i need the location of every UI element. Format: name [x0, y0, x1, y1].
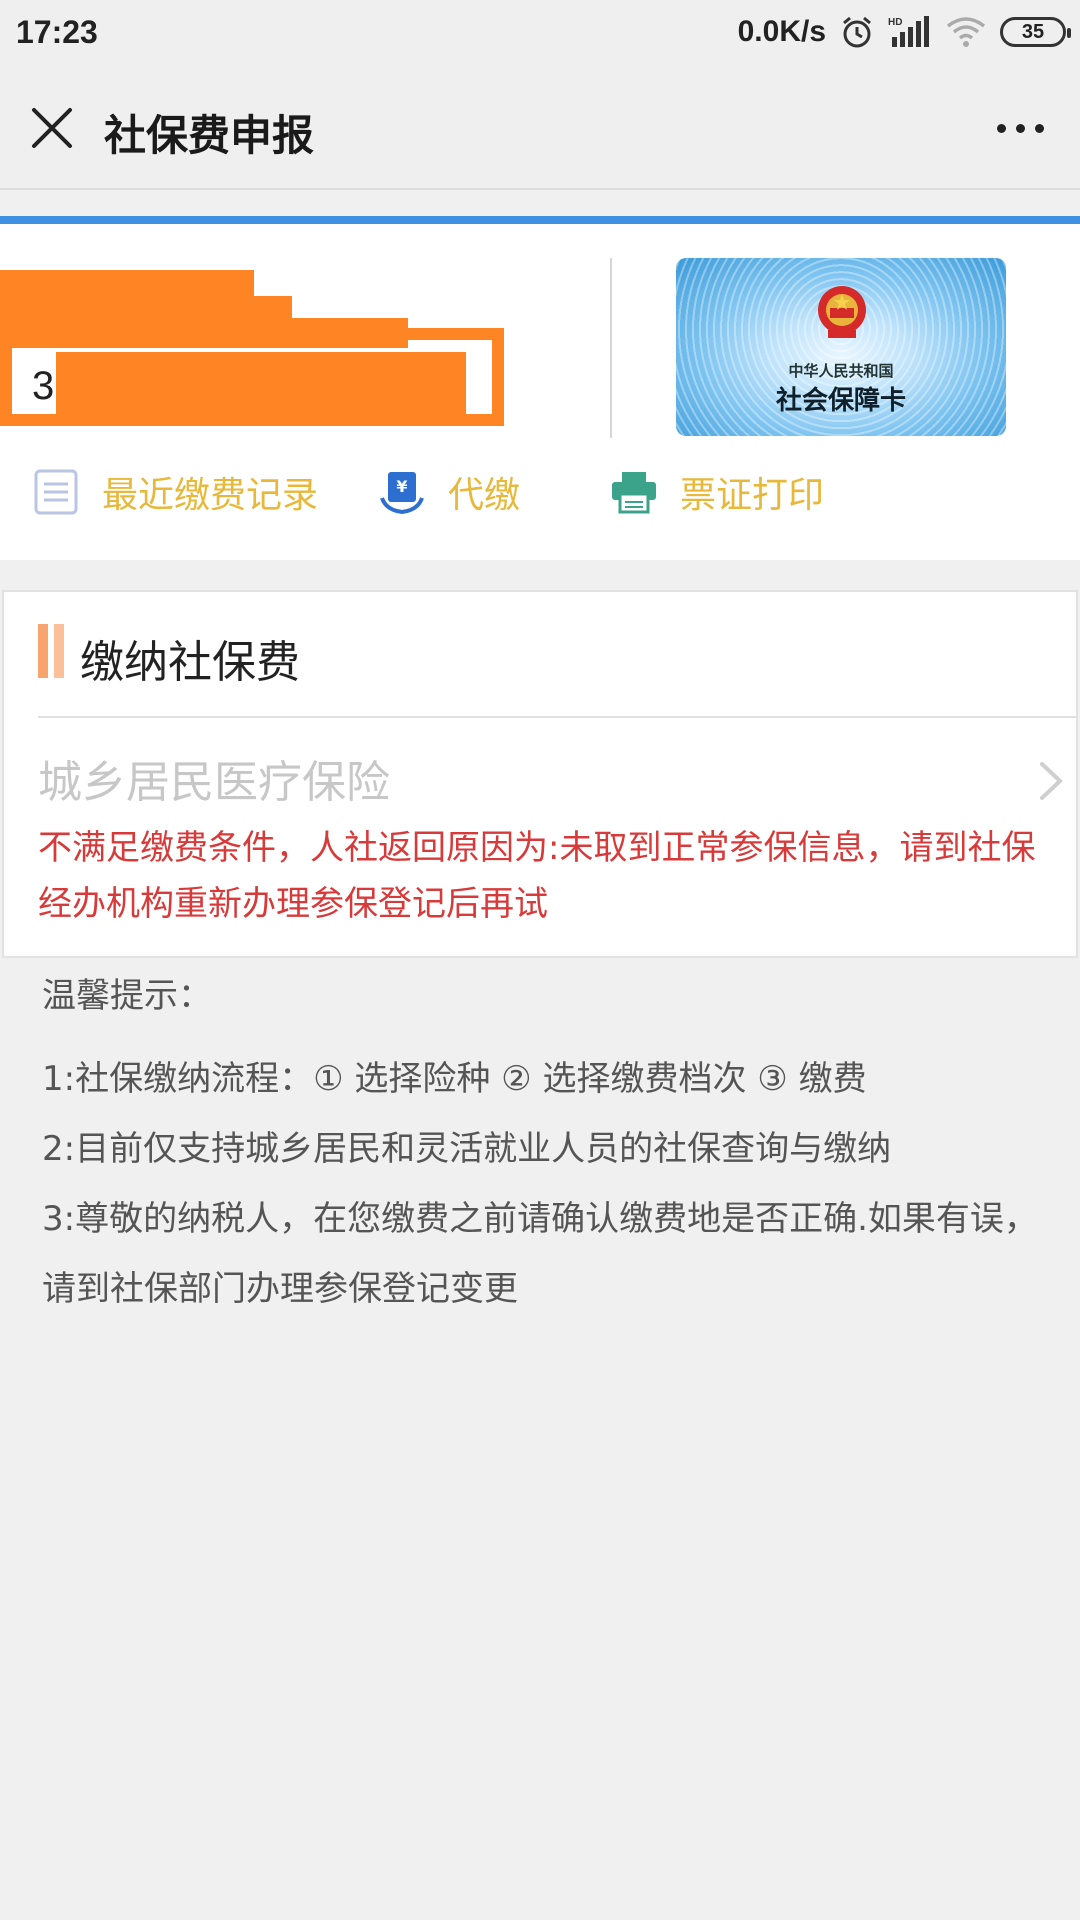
- close-icon[interactable]: [26, 102, 78, 154]
- chevron-right-icon: [1040, 762, 1063, 800]
- national-emblem-icon: [818, 286, 866, 338]
- tip-item: 3:尊敬的纳税人，在您缴费之前请确认缴费地是否正确.如果有误，请到社保部门办理参…: [42, 1199, 1038, 1309]
- insurance-item-urban-rural-medical[interactable]: 城乡居民医疗保险 不满足缴费条件，人社返回原因为:未取到正常参保信息，请到社保经…: [38, 718, 1078, 958]
- redaction-frame: [0, 328, 504, 426]
- network-speed: 0.0K/s: [737, 15, 826, 48]
- tips-section: 温馨提示： 1:社保缴纳流程：① 选择险种 ② 选择缴费档次 ③ 缴费 2:目前…: [42, 972, 1062, 1324]
- vertical-divider: [610, 258, 612, 438]
- more-dot: [1015, 123, 1025, 133]
- pay-social-security-section: 缴纳社保费 城乡居民医疗保险 不满足缴费条件，人社返回原因为:未取到正常参保信息…: [2, 590, 1078, 958]
- payment-icon: ¥: [380, 472, 424, 515]
- tip-item: 1:社保缴纳流程：① 选择险种 ② 选择缴费档次 ③ 缴费: [42, 1059, 867, 1099]
- page-title: 社保费申报: [104, 111, 315, 160]
- more-dot: [1034, 123, 1044, 133]
- hd-label: HD: [888, 17, 902, 28]
- insurance-name: 城乡居民医疗保险: [38, 757, 390, 808]
- proxy-payment-link[interactable]: ¥ 代缴: [378, 452, 520, 532]
- recent-payment-records-label: 最近缴费记录: [102, 475, 319, 516]
- section-accent-bar: [38, 624, 68, 678]
- alarm-icon: [843, 16, 871, 48]
- quick-links: 最近缴费记录 ¥ 代缴 票证打印: [0, 452, 1080, 532]
- more-icon[interactable]: [984, 106, 1056, 150]
- eligibility-error-message: 不满足缴费条件，人社返回原因为:未取到正常参保信息，请到社保经办机构重新办理参保…: [38, 828, 1036, 924]
- battery-indicator: 35: [1000, 17, 1071, 47]
- tips-heading: 温馨提示：: [42, 976, 212, 1016]
- card-name-label: 社会保障卡: [775, 386, 906, 416]
- wifi-icon: [946, 17, 986, 47]
- proxy-payment-label: 代缴: [448, 475, 521, 516]
- accent-divider: [0, 216, 1080, 224]
- receipt-print-link[interactable]: 票证打印: [610, 452, 824, 532]
- cellular-signal-icon: HD: [888, 16, 929, 47]
- receipt-print-label: 票证打印: [680, 475, 825, 516]
- more-dot: [996, 123, 1006, 133]
- card-country-label: 中华人民共和国: [788, 362, 894, 380]
- tip-item: 2:目前仅支持城乡居民和灵活就业人员的社保查询与缴纳: [42, 1129, 892, 1169]
- status-icons: 0.0K/s HD 35: [737, 12, 1071, 52]
- status-bar: 17:23 0.0K/s HD 35: [0, 0, 1080, 66]
- svg-text:¥: ¥: [396, 477, 407, 496]
- account-card: 3062 中华人民共和国 社会保障卡 最近缴费记录 ¥: [0, 224, 1080, 560]
- recent-payment-records-link[interactable]: 最近缴费记录: [32, 452, 318, 532]
- status-time: 17:23: [16, 14, 98, 50]
- printer-icon: [612, 472, 656, 514]
- social-security-card-image: 中华人民共和国 社会保障卡: [676, 258, 1006, 436]
- section-title: 缴纳社保费: [80, 637, 300, 688]
- list-icon: [34, 469, 78, 515]
- title-bar: 社保费申报: [0, 66, 1080, 190]
